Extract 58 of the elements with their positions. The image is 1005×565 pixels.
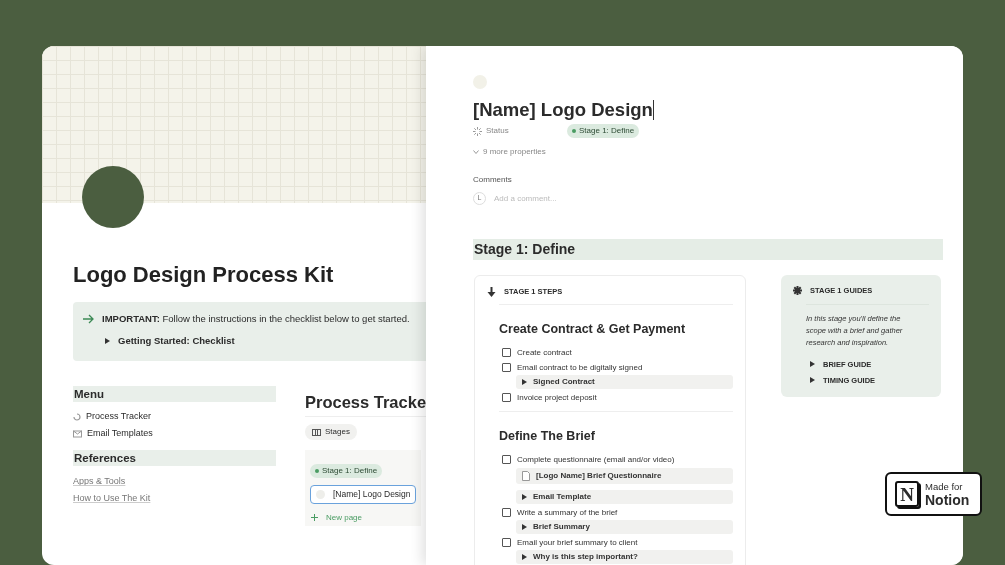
toggle-block[interactable]: Signed Contract xyxy=(516,375,733,390)
toggle-block[interactable]: Brief Summary xyxy=(516,520,733,535)
arrow-down-icon xyxy=(487,286,496,297)
toggle-arrow-icon[interactable] xyxy=(105,338,110,345)
task-label: Create contract xyxy=(517,346,572,359)
checkbox[interactable] xyxy=(502,455,511,465)
checkbox[interactable] xyxy=(502,393,511,403)
toggle-arrow-icon xyxy=(522,379,527,386)
checkbox[interactable] xyxy=(502,538,511,548)
plus-icon xyxy=(310,514,318,521)
section-heading: References xyxy=(73,450,276,466)
stage-heading: Stage 1: Define xyxy=(473,239,943,260)
checkbox[interactable] xyxy=(502,363,511,373)
badge-brand: Notion xyxy=(925,491,970,508)
task-label: Complete questionnaire (email and/or video) xyxy=(517,453,675,466)
page-title: Logo Design Process Kit xyxy=(73,261,335,289)
status-tag[interactable]: Stage 1: Define xyxy=(567,124,640,138)
page-title: [Name] Logo Design xyxy=(473,98,653,122)
envelope-icon xyxy=(73,429,82,438)
board-card[interactable]: [Name] Logo Design xyxy=(309,484,416,504)
task-label: Write a summary of the brief xyxy=(517,506,618,519)
reference-link[interactable]: How to Use The Kit xyxy=(73,490,151,507)
task-label: Invoice project deposit xyxy=(517,391,597,404)
view-tab[interactable]: Stages xyxy=(304,424,357,440)
page-link[interactable]: [Logo Name] Brief Questionnaire xyxy=(516,468,733,485)
chevron-down-icon xyxy=(473,150,479,154)
reference-link[interactable]: Apps & Tools xyxy=(73,473,126,490)
notion-logo: N xyxy=(895,481,919,507)
board-icon xyxy=(311,428,321,436)
checkbox[interactable] xyxy=(502,348,511,358)
status-tag: Stage 1: Define xyxy=(309,463,383,478)
toggle-arrow-icon xyxy=(522,524,527,531)
toggle-arrow-icon xyxy=(810,377,815,384)
spinner-icon xyxy=(73,412,81,421)
property-label: Status xyxy=(486,125,509,137)
menu-item[interactable]: Process Tracker xyxy=(73,408,305,425)
loading-icon xyxy=(473,126,482,136)
document-icon xyxy=(522,471,530,482)
callout-text: IMPORTANT: Follow the instructions in the checklist below to get started. xyxy=(102,312,410,326)
toggle-block[interactable]: Email Template xyxy=(516,490,733,505)
section-heading: Menu xyxy=(73,386,276,402)
toggle-label[interactable]: Getting Started: Checklist xyxy=(118,334,235,349)
section-title: Create Contract & Get Payment xyxy=(499,322,687,337)
toggle-arrow-icon xyxy=(522,554,527,561)
task-label: Email contract to be digitally signed xyxy=(517,361,643,374)
toggle-block[interactable]: Why is this step important? xyxy=(516,550,733,565)
menu-item[interactable]: Email Templates xyxy=(73,425,305,442)
badge-caption: Made for xyxy=(925,480,964,492)
arrow-right-icon xyxy=(82,314,94,325)
task-label: Email your brief summary to client xyxy=(517,536,638,549)
text-cursor xyxy=(652,100,654,120)
more-properties-toggle[interactable]: 9 more properties xyxy=(473,146,943,158)
section-title: Define The Brief xyxy=(499,429,596,444)
comments-heading: Comments xyxy=(473,174,513,186)
toggle-arrow-icon xyxy=(522,494,527,501)
checkbox[interactable] xyxy=(502,508,511,518)
toggle-arrow-icon xyxy=(810,361,815,368)
asterisk-icon xyxy=(793,286,802,296)
